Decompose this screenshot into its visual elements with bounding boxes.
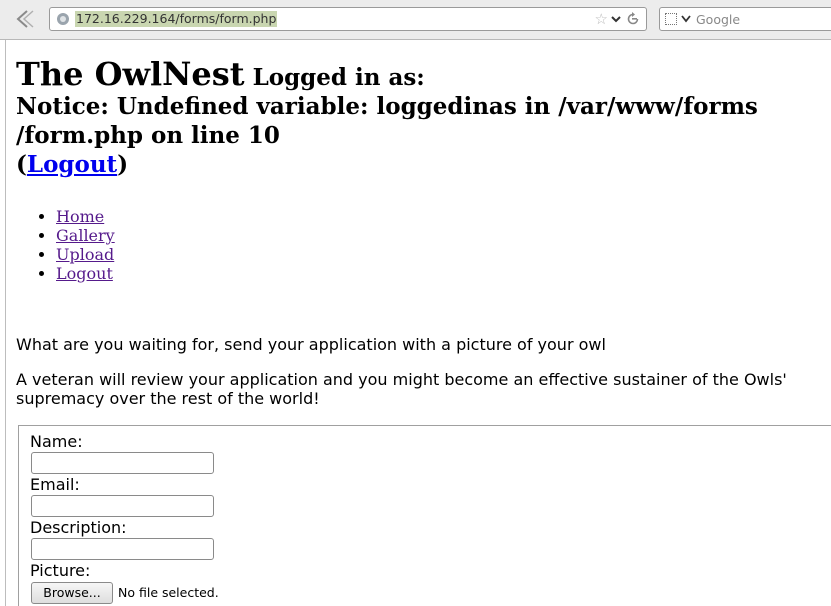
- reload-icon[interactable]: [625, 11, 641, 27]
- picture-label: Picture:: [30, 561, 91, 580]
- nav-item-gallery: Gallery: [56, 226, 115, 245]
- chevron-down-icon[interactable]: [610, 12, 622, 26]
- site-name: The OwlNest: [16, 55, 245, 93]
- search-bar[interactable]: [659, 7, 831, 31]
- paren-close: ): [117, 151, 129, 178]
- name-field[interactable]: [31, 452, 214, 474]
- description-field[interactable]: [31, 538, 214, 560]
- logged-in-text: Logged in as:: [252, 64, 425, 91]
- url-bar[interactable]: 172.16.229.164/forms/form.php ☆: [49, 7, 647, 31]
- php-notice-line2: /form.php on line 10: [16, 122, 280, 149]
- bookmark-star-icon[interactable]: ☆: [595, 10, 608, 28]
- php-notice-line1: Notice: Undefined variable: loggedinas i…: [16, 93, 758, 120]
- nav-link-upload[interactable]: Upload: [56, 245, 114, 264]
- header-logout-link[interactable]: Logout: [27, 151, 117, 178]
- nav-link-home[interactable]: Home: [56, 207, 104, 226]
- browse-button[interactable]: Browse...: [31, 582, 113, 604]
- nav-link-gallery[interactable]: Gallery: [56, 226, 115, 245]
- nav-item-home: Home: [56, 207, 115, 226]
- file-status: No file selected.: [118, 585, 219, 600]
- nav-link-logout[interactable]: Logout: [56, 264, 113, 283]
- email-label: Email:: [30, 475, 80, 494]
- browser-toolbar: 172.16.229.164/forms/form.php ☆: [0, 0, 831, 40]
- review-text: A veteran will review your application a…: [16, 370, 787, 408]
- url-text[interactable]: 172.16.229.164/forms/form.php: [75, 11, 278, 27]
- nav-item-upload: Upload: [56, 245, 115, 264]
- name-label: Name:: [30, 432, 83, 451]
- page-content: The OwlNest Logged in as: Notice: Undefi…: [0, 40, 831, 606]
- paren-open: (: [16, 151, 27, 178]
- globe-icon: [57, 13, 69, 25]
- back-button[interactable]: [10, 6, 40, 32]
- email-field[interactable]: [31, 495, 214, 517]
- description-label: Description:: [30, 518, 127, 537]
- chevron-down-icon[interactable]: [681, 15, 691, 23]
- intro-text: What are you waiting for, send your appl…: [16, 335, 606, 354]
- page-left-border: [5, 40, 6, 606]
- page-heading: The OwlNest Logged in as: Notice: Undefi…: [16, 58, 816, 179]
- nav-list: Home Gallery Upload Logout: [16, 207, 115, 283]
- search-engine-icon[interactable]: [665, 13, 677, 25]
- search-input[interactable]: [696, 11, 826, 27]
- nav-item-logout: Logout: [56, 264, 115, 283]
- back-arrow-icon: [16, 10, 34, 28]
- application-form: Name: Email: Description: Picture: Brows…: [18, 425, 831, 606]
